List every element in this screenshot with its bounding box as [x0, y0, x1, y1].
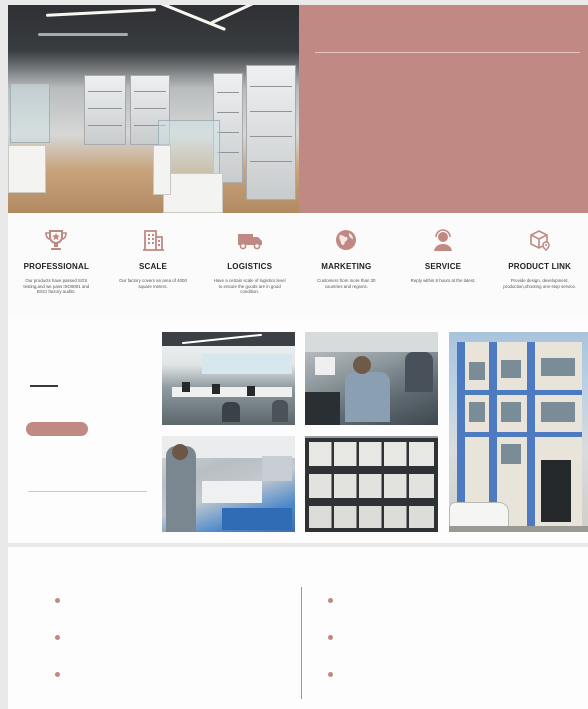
box-link-icon [491, 227, 588, 253]
feature-desc: Provide design, development, production,… [503, 278, 577, 289]
office-photo [162, 332, 295, 425]
feature-service: SERVICE Reply within 8 hours at the late… [395, 213, 492, 315]
info-list-section [8, 543, 588, 709]
globe-icon [298, 227, 395, 253]
section-divider [28, 491, 147, 492]
feature-marketing: MARKETING Customers from more than 30 co… [298, 213, 395, 315]
feature-logistics: LOGISTICS Have a certain scale of logist… [201, 213, 298, 315]
feature-scale: SCALE Our factory covers an area of 4000… [105, 213, 202, 315]
hero-accent-panel [299, 5, 588, 213]
list-bullet [55, 672, 60, 677]
feature-professional: PROFESSIONAL Our products have passed SG… [8, 213, 105, 315]
workers-photo [305, 332, 438, 425]
showroom-photo [8, 5, 299, 213]
list-bullet [328, 598, 333, 603]
feature-title: LOGISTICS [227, 262, 273, 271]
feature-desc: Have a certain scale of logistics level … [213, 278, 286, 295]
list-bullet [55, 635, 60, 640]
feature-desc: Our products have passed SGS testing,and… [23, 278, 90, 295]
building-icon [105, 227, 202, 253]
section-dash [30, 385, 58, 387]
more-button[interactable] [26, 422, 88, 436]
factory-building-photo [449, 332, 588, 532]
feature-title: SCALE [138, 262, 168, 271]
hero-rule [315, 52, 580, 53]
feature-product-link: PRODUCT LINK Provide design, development… [491, 213, 588, 315]
list-bullet [55, 598, 60, 603]
packing-photo [162, 436, 295, 532]
feature-desc: Our factory covers an area of 4000 squar… [119, 278, 187, 289]
column-divider [301, 587, 302, 699]
feature-desc: Reply within 8 hours at the latest. [410, 278, 476, 283]
feature-desc: Customers from more than 30 countries an… [317, 278, 376, 289]
feature-title: SERVICE [424, 262, 462, 271]
hero-section [8, 5, 588, 213]
feature-title: PRODUCT LINK [508, 262, 572, 271]
feature-title: PROFESSIONAL [23, 262, 90, 271]
truck-icon [201, 227, 298, 253]
feature-title: MARKETING [321, 262, 372, 271]
features-bar: PROFESSIONAL Our products have passed SG… [8, 213, 588, 315]
trophy-icon [8, 227, 105, 253]
factory-gallery [8, 315, 588, 543]
page-frame: PROFESSIONAL Our products have passed SG… [8, 5, 588, 709]
headset-icon [395, 227, 492, 253]
warehouse-shelves-photo [305, 436, 438, 532]
list-bullet [328, 672, 333, 677]
list-bullet [328, 635, 333, 640]
